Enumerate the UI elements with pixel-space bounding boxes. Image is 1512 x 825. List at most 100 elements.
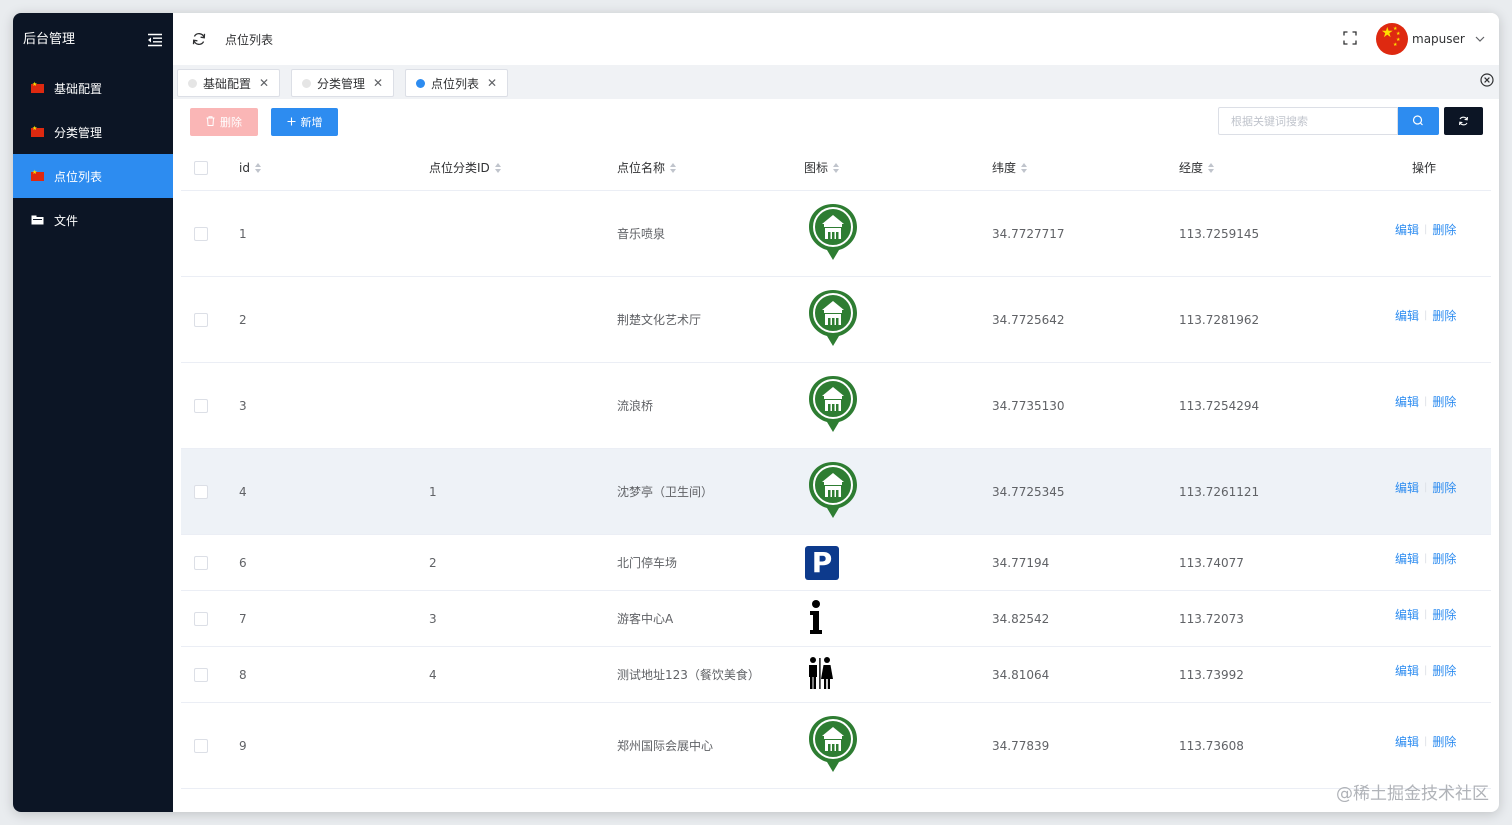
column-header-category-id[interactable]: 点位分类ID — [429, 145, 501, 190]
column-header-name[interactable]: 点位名称 — [617, 145, 677, 190]
row-checkbox[interactable] — [194, 611, 208, 626]
sidebar-item-files[interactable]: 文件 — [13, 198, 173, 242]
cell-lat: 34.77839 — [992, 738, 1050, 753]
cell-category-id: 4 — [429, 667, 437, 682]
column-header-id[interactable]: id — [239, 145, 261, 190]
edit-link[interactable]: 编辑 — [1395, 662, 1419, 679]
cell-icon — [805, 363, 861, 448]
cell-actions: 编辑 | 删除 — [1395, 643, 1456, 698]
sort-icon[interactable] — [254, 162, 261, 173]
close-all-tabs-icon[interactable] — [1480, 73, 1494, 87]
cell-lat: 34.82542 — [992, 611, 1050, 626]
watermark: @稀土掘金技术社区 — [1336, 784, 1489, 804]
delete-link[interactable]: 删除 — [1432, 733, 1456, 750]
cell-lng: 113.74077 — [1179, 555, 1244, 570]
delete-button[interactable]: 删除 — [190, 108, 258, 136]
row-checkbox[interactable] — [194, 738, 208, 753]
tab-basic-config[interactable]: 基础配置 ✕ — [177, 69, 281, 97]
cell-lat: 34.7727717 — [992, 226, 1065, 241]
delete-link[interactable]: 删除 — [1432, 606, 1456, 623]
edit-link[interactable]: 编辑 — [1395, 307, 1419, 324]
tab-category[interactable]: 分类管理 ✕ — [291, 69, 395, 97]
cell-icon — [805, 277, 861, 362]
tab-points[interactable]: 点位列表 ✕ — [405, 69, 509, 97]
edit-link[interactable]: 编辑 — [1395, 221, 1419, 238]
column-header-lng[interactable]: 经度 — [1179, 145, 1215, 190]
sidebar-item-points[interactable]: 点位列表 — [13, 154, 173, 198]
tab-label: 分类管理 — [317, 76, 366, 91]
cell-id: 1 — [239, 226, 247, 241]
close-icon[interactable]: ✕ — [259, 76, 269, 90]
row-checkbox[interactable] — [194, 312, 208, 327]
close-icon[interactable]: ✕ — [487, 76, 497, 90]
green-pavilion-marker-icon — [805, 460, 861, 523]
cell-category-id: 3 — [429, 611, 437, 626]
close-icon[interactable]: ✕ — [373, 76, 383, 90]
action-divider: | — [1424, 665, 1428, 676]
search-button[interactable] — [1398, 107, 1439, 135]
action-divider: | — [1424, 482, 1428, 493]
column-header-label: id — [239, 160, 250, 175]
sort-icon[interactable] — [1021, 162, 1028, 173]
add-button[interactable]: 新增 — [271, 108, 338, 136]
edit-link[interactable]: 编辑 — [1395, 733, 1419, 750]
cell-lat: 34.77194 — [992, 555, 1050, 570]
sort-icon[interactable] — [494, 162, 501, 173]
delete-link[interactable]: 删除 — [1432, 393, 1456, 410]
sidebar-item-category[interactable]: 分类管理 — [13, 110, 173, 154]
cell-lat: 34.7735130 — [992, 398, 1065, 413]
china-flag-icon — [31, 169, 44, 181]
cell-icon: P — [805, 535, 839, 590]
reload-button[interactable] — [1444, 107, 1483, 135]
sort-icon[interactable] — [670, 162, 677, 173]
fullscreen-icon[interactable] — [1343, 31, 1357, 45]
green-pavilion-marker-icon — [805, 202, 861, 265]
tab-status-dot — [416, 78, 425, 88]
edit-link[interactable]: 编辑 — [1395, 550, 1419, 567]
cell-lng: 113.72073 — [1179, 611, 1244, 626]
delete-link[interactable]: 删除 — [1432, 662, 1456, 679]
app-window: 后台管理 基础配置 分类管理 点位列表 — [13, 13, 1499, 812]
cell-lat: 34.7725642 — [992, 312, 1065, 327]
avatar: ★ ★ ★ ★ ★ — [1376, 23, 1408, 55]
sort-icon[interactable] — [1208, 162, 1215, 173]
delete-link[interactable]: 删除 — [1432, 307, 1456, 324]
edit-link[interactable]: 编辑 — [1395, 393, 1419, 410]
row-checkbox[interactable] — [194, 484, 208, 499]
select-all-checkbox[interactable] — [194, 160, 208, 175]
chevron-down-icon — [1475, 36, 1485, 42]
action-divider: | — [1424, 396, 1428, 407]
delete-link[interactable]: 删除 — [1432, 550, 1456, 567]
user-menu[interactable]: ★ ★ ★ ★ ★ mapuser — [1376, 23, 1485, 55]
table-header: id 点位分类ID 点位名称 图标 纬度 经度 操作 — [181, 145, 1491, 191]
delete-button-label: 删除 — [220, 116, 242, 129]
cell-name: 测试地址123（餐饮美食） — [617, 668, 760, 682]
cell-id: 3 — [239, 398, 247, 413]
row-checkbox[interactable] — [194, 555, 208, 570]
sidebar-item-basic-config[interactable]: 基础配置 — [13, 66, 173, 110]
row-checkbox[interactable] — [194, 226, 208, 241]
action-divider: | — [1424, 609, 1428, 620]
cell-icon — [805, 191, 861, 276]
menu-collapse-icon[interactable] — [147, 33, 163, 47]
edit-link[interactable]: 编辑 — [1395, 479, 1419, 496]
search-input[interactable] — [1218, 107, 1398, 135]
refresh-icon[interactable] — [192, 32, 206, 46]
tab-status-dot — [188, 78, 197, 88]
cell-icon — [805, 647, 835, 702]
cell-id: 8 — [239, 667, 247, 682]
username: mapuser — [1412, 32, 1465, 46]
column-header-icon[interactable]: 图标 — [804, 145, 840, 190]
cell-icon — [805, 703, 861, 788]
cell-name: 荆楚文化艺术厅 — [617, 313, 702, 327]
column-header-lat[interactable]: 纬度 — [992, 145, 1028, 190]
delete-link[interactable]: 删除 — [1432, 479, 1456, 496]
row-checkbox[interactable] — [194, 667, 208, 682]
cell-actions: 编辑 | 删除 — [1395, 359, 1456, 444]
top-header: 点位列表 ★ ★ ★ ★ ★ mapuser — [173, 13, 1499, 65]
sort-icon[interactable] — [833, 162, 840, 173]
row-checkbox[interactable] — [194, 398, 208, 413]
delete-link[interactable]: 删除 — [1432, 221, 1456, 238]
cell-icon — [805, 449, 861, 534]
edit-link[interactable]: 编辑 — [1395, 606, 1419, 623]
